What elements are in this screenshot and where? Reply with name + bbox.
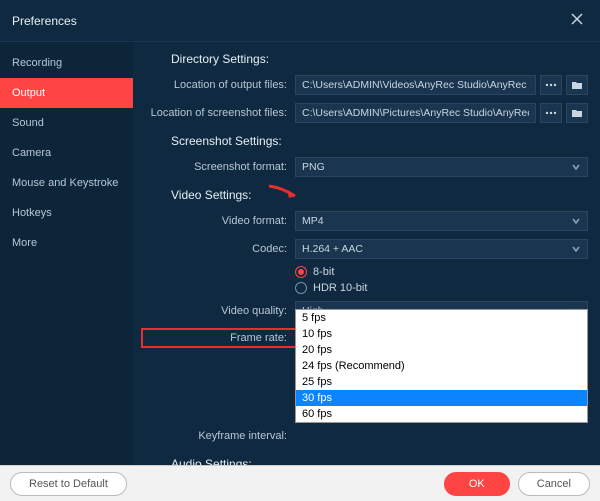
output-open-folder-button[interactable] <box>566 75 588 95</box>
folder-icon <box>571 107 583 119</box>
sidebar-item-camera[interactable]: Camera <box>0 138 133 168</box>
video-format-label: Video format: <box>141 215 295 227</box>
chevron-down-icon <box>571 244 581 254</box>
row-video-format: Video format: MP4 <box>141 210 588 232</box>
row-screenshot-format: Screenshot format: PNG <box>141 156 588 178</box>
frame-rate-option[interactable]: 24 fps (Recommend) <box>296 358 587 374</box>
sidebar-item-output[interactable]: Output <box>0 78 133 108</box>
row-screenshot-location: Location of screenshot files: <box>141 102 588 124</box>
sidebar-item-sound[interactable]: Sound <box>0 108 133 138</box>
video-format-select[interactable]: MP4 <box>295 211 588 231</box>
sidebar-item-more[interactable]: More <box>0 228 133 258</box>
bit-depth-radio-group: 8-bit HDR 10-bit <box>295 266 367 294</box>
screenshot-location-input[interactable] <box>295 103 536 123</box>
body: Recording Output Sound Camera Mouse and … <box>0 42 600 477</box>
sidebar-item-mouse-keystroke[interactable]: Mouse and Keystroke <box>0 168 133 198</box>
row-video-codec: Codec: H.264 + AAC <box>141 238 588 260</box>
close-button[interactable] <box>566 8 588 33</box>
frame-rate-option[interactable]: 5 fps <box>296 310 587 326</box>
reset-to-default-button[interactable]: Reset to Default <box>10 472 127 496</box>
footer: Reset to Default OK Cancel <box>0 465 600 501</box>
chevron-down-icon <box>571 162 581 172</box>
screenshot-format-label: Screenshot format: <box>141 161 295 173</box>
screenshot-open-folder-button[interactable] <box>566 103 588 123</box>
screenshot-format-select[interactable]: PNG <box>295 157 588 177</box>
frame-rate-dropdown[interactable]: 5 fps10 fps20 fps24 fps (Recommend)25 fp… <box>295 309 588 423</box>
frame-rate-label: Frame rate: <box>141 328 295 348</box>
frame-rate-option[interactable]: 10 fps <box>296 326 587 342</box>
chevron-down-icon <box>571 216 581 226</box>
sidebar: Recording Output Sound Camera Mouse and … <box>0 42 133 477</box>
folder-icon <box>571 79 583 91</box>
cancel-button[interactable]: Cancel <box>518 472 590 496</box>
section-screenshot-title: Screenshot Settings: <box>171 134 588 148</box>
screenshot-location-label: Location of screenshot files: <box>141 107 295 119</box>
frame-rate-option[interactable]: 60 fps <box>296 406 587 422</box>
window-title: Preferences <box>12 14 77 28</box>
video-quality-label: Video quality: <box>141 305 295 317</box>
frame-rate-option[interactable]: 25 fps <box>296 374 587 390</box>
frame-rate-option[interactable]: 20 fps <box>296 342 587 358</box>
frame-rate-option[interactable]: 30 fps <box>296 390 587 406</box>
annotation-arrow-icon <box>265 182 305 208</box>
section-directory-title: Directory Settings: <box>171 52 588 66</box>
video-codec-select[interactable]: H.264 + AAC <box>295 239 588 259</box>
ok-button[interactable]: OK <box>444 472 510 496</box>
radio-icon <box>295 282 307 294</box>
titlebar: Preferences <box>0 0 600 42</box>
close-icon <box>570 12 584 26</box>
video-codec-label: Codec: <box>141 243 295 255</box>
output-location-input[interactable] <box>295 75 536 95</box>
output-location-label: Location of output files: <box>141 79 295 91</box>
radio-8bit[interactable]: 8-bit <box>295 266 367 278</box>
output-more-button[interactable] <box>540 75 562 95</box>
radio-icon <box>295 266 307 278</box>
row-output-location: Location of output files: <box>141 74 588 96</box>
section-video-title: Video Settings: <box>171 188 588 202</box>
radio-hdr10bit[interactable]: HDR 10-bit <box>295 282 367 294</box>
screenshot-more-button[interactable] <box>540 103 562 123</box>
keyframe-interval-label: Keyframe interval: <box>141 430 295 442</box>
sidebar-item-recording[interactable]: Recording <box>0 48 133 78</box>
row-bit-depth: 8-bit HDR 10-bit <box>141 266 588 294</box>
more-icon <box>545 107 557 119</box>
more-icon <box>545 79 557 91</box>
sidebar-item-hotkeys[interactable]: Hotkeys <box>0 198 133 228</box>
row-keyframe-interval: Keyframe interval: <box>141 425 588 447</box>
settings-panel: Directory Settings: Location of output f… <box>133 42 600 477</box>
